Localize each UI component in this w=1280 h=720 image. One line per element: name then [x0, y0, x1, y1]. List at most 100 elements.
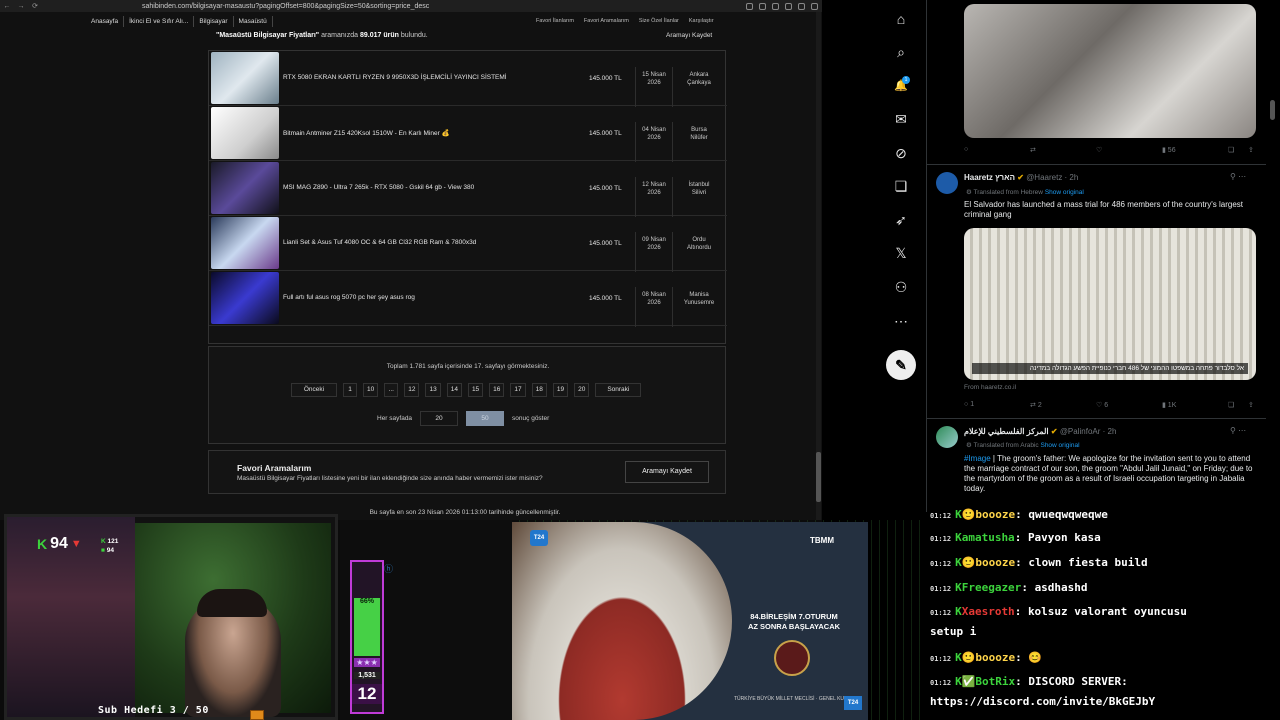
extension-icon[interactable]	[746, 2, 753, 10]
page-scrollbar[interactable]	[816, 12, 821, 520]
listing-title[interactable]: Bitmain Antminer Z15 420Ksol 1510W - En …	[283, 129, 450, 137]
profile-icon[interactable]: ⚇	[890, 276, 912, 298]
listing-title[interactable]: RTX 5080 EKRAN KARTLI RYZEN 9 9950X3D İŞ…	[283, 74, 507, 81]
sub-goal: Sub Hedefi 3 / 50	[98, 705, 209, 716]
retweet-icon[interactable]: ⇄	[1030, 146, 1096, 154]
grok-icon[interactable]: ⊘	[890, 142, 912, 164]
reply-icon[interactable]: ○	[964, 146, 1030, 154]
link-favori-ilanlarim[interactable]: Favori İlanlarım	[536, 18, 574, 24]
page-link[interactable]: 1	[343, 383, 357, 397]
like-icon[interactable]: ♡	[1096, 146, 1162, 154]
extension-icon[interactable]	[785, 2, 792, 10]
tweet-author[interactable]: Haaretz הארץ ✔ @Haaretz · 2h	[964, 173, 1078, 182]
listing-thumbnail[interactable]	[211, 107, 279, 159]
more-options-icon[interactable]: ⚲ ⋯	[1230, 426, 1246, 435]
views-count[interactable]: ▮ 1K	[1162, 401, 1228, 409]
per-page-option-selected[interactable]: 50	[466, 411, 505, 426]
table-row[interactable]: MSI MAG Z890 - Ultra 7 265k - RTX 5080 -…	[209, 161, 727, 217]
page-link[interactable]: 15	[467, 383, 484, 397]
per-page-label: Her sayfada	[377, 415, 413, 422]
jobs-icon[interactable]: ➶	[890, 209, 912, 231]
reload-icon[interactable]: ⟳	[28, 2, 42, 10]
page-scrollbar-thumb[interactable]	[816, 452, 821, 502]
breadcrumb-item[interactable]: Masaüstü	[234, 16, 273, 27]
listing-title[interactable]: MSI MAG Z890 - Ultra 7 265k - RTX 5080 -…	[283, 184, 474, 191]
page-link[interactable]: 13	[425, 383, 441, 397]
results-query: "Masaüstü Bilgisayar Fiyatları"	[216, 32, 320, 39]
page-link[interactable]: 10	[363, 383, 379, 397]
channel-badge: T24	[844, 696, 862, 710]
listing-thumbnail[interactable]	[211, 162, 279, 214]
table-row[interactable]: Lianli Set & Asus Tuf 4080 OC & 64 GB Cl…	[209, 216, 727, 272]
author-handle[interactable]: @Haaretz · 2h	[1026, 173, 1078, 182]
post-button[interactable]: ✎	[886, 350, 916, 380]
extension-icon[interactable]	[759, 2, 766, 10]
tweet-author[interactable]: المركز الفلسطيني للإعلام ✔ @PalinfoAr · …	[964, 427, 1116, 436]
breadcrumb-item[interactable]: Bilgisayar	[194, 16, 234, 27]
page-link[interactable]: 19	[552, 383, 569, 397]
more-icon[interactable]: ⋯	[890, 310, 912, 332]
like-count[interactable]: ♡ 6	[1096, 401, 1162, 409]
page-link[interactable]: 12	[404, 383, 420, 397]
tweet-image[interactable]: אל סלבדור פתחה במשפטו ההמוני של 486 חברי…	[964, 228, 1256, 380]
retweet-count[interactable]: ⇄ 2	[1030, 401, 1096, 409]
feed-scrollbar-thumb[interactable]	[1270, 100, 1275, 120]
link-size-ozel[interactable]: Size Özel İlanlar	[639, 18, 679, 24]
link-karsilastir[interactable]: Karşılaştır	[689, 18, 714, 24]
reply-count[interactable]: ○ 1	[964, 401, 1030, 409]
source-link[interactable]: From haaretz.co.il	[964, 384, 1016, 391]
author-name[interactable]: Haaretz הארץ	[964, 173, 1015, 182]
save-search-button[interactable]: Aramayı Kaydet	[625, 461, 709, 483]
x-logo-icon[interactable]: 𝕏	[890, 242, 912, 264]
link-favori-aramalarim[interactable]: Favori Aramalarım	[584, 18, 629, 24]
author-handle[interactable]: @PalinfoAr · 2h	[1060, 427, 1117, 436]
extension-icon[interactable]	[772, 2, 779, 10]
results-summary: "Masaüstü Bilgisayar Fiyatları" aramanız…	[216, 32, 428, 39]
show-original-link[interactable]: Show original	[1045, 189, 1084, 196]
address-bar[interactable]: sahibinden.com/bilgisayar-masaustu?pagin…	[142, 3, 429, 10]
breadcrumb: Anasayfa İkinci El ve Sıfır Alı... Bilgi…	[86, 16, 273, 27]
breadcrumb-item[interactable]: İkinci El ve Sıfır Alı...	[124, 16, 195, 27]
tbmm-logo: TBMM	[810, 536, 834, 545]
table-row[interactable]: Full artı ful asus rog 5070 pc her şey a…	[209, 271, 727, 327]
page-link[interactable]: 20	[574, 383, 590, 397]
bookmarks-icon[interactable]: ❏	[890, 175, 912, 197]
bookmark-icon[interactable]: ❏	[1228, 401, 1248, 409]
show-original-link[interactable]: Show original	[1040, 442, 1079, 449]
table-row[interactable]: Bitmain Antminer Z15 420Ksol 1510W - En …	[209, 106, 727, 162]
extension-icon[interactable]	[798, 2, 805, 10]
save-search-link[interactable]: Aramayı Kaydet	[666, 32, 712, 39]
listing-title[interactable]: Lianli Set & Asus Tuf 4080 OC & 64 GB Cl…	[283, 239, 476, 246]
tweet-image[interactable]	[964, 4, 1256, 138]
next-page-button[interactable]: Sonraki	[595, 383, 642, 397]
home-icon[interactable]: ⌂	[890, 8, 912, 30]
share-icon[interactable]: ⇪	[1248, 401, 1268, 409]
views-count[interactable]: ▮ 56	[1162, 146, 1228, 154]
listing-title[interactable]: Full artı ful asus rog 5070 pc her şey a…	[283, 294, 415, 301]
share-icon[interactable]: ⇪	[1248, 146, 1268, 154]
table-row[interactable]: RTX 5080 EKRAN KARTLI RYZEN 9 9950X3D İŞ…	[209, 51, 727, 107]
listing-thumbnail[interactable]	[211, 52, 279, 104]
per-page-option[interactable]: 20	[420, 411, 459, 426]
breadcrumb-item[interactable]: Anasayfa	[86, 16, 125, 27]
avatar[interactable]	[936, 426, 958, 448]
prev-page-button[interactable]: Önceki	[291, 383, 337, 397]
listing-thumbnail[interactable]	[211, 217, 279, 269]
search-icon[interactable]: ⌕	[890, 41, 912, 63]
more-options-icon[interactable]: ⚲ ⋯	[1230, 172, 1246, 181]
bookmark-icon[interactable]: ❏	[1228, 146, 1248, 154]
forward-icon[interactable]: →	[14, 3, 28, 10]
author-name[interactable]: المركز الفلسطيني للإعلام	[964, 427, 1049, 436]
page-link-current[interactable]: 17	[510, 383, 526, 397]
hashtag-link[interactable]: #Image	[964, 454, 991, 463]
feed-scrollbar[interactable]	[1266, 0, 1280, 512]
back-icon[interactable]: ←	[0, 3, 14, 10]
listing-thumbnail[interactable]	[211, 272, 279, 324]
avatar[interactable]	[936, 172, 958, 194]
extension-icon[interactable]	[811, 2, 818, 10]
chat-link[interactable]: https://discord.com/invite/BkGEJbY	[930, 695, 1155, 708]
page-link[interactable]: 14	[446, 383, 462, 397]
page-link[interactable]: 18	[531, 383, 547, 397]
page-link[interactable]: 16	[489, 383, 505, 397]
messages-icon[interactable]: ✉	[890, 108, 912, 130]
